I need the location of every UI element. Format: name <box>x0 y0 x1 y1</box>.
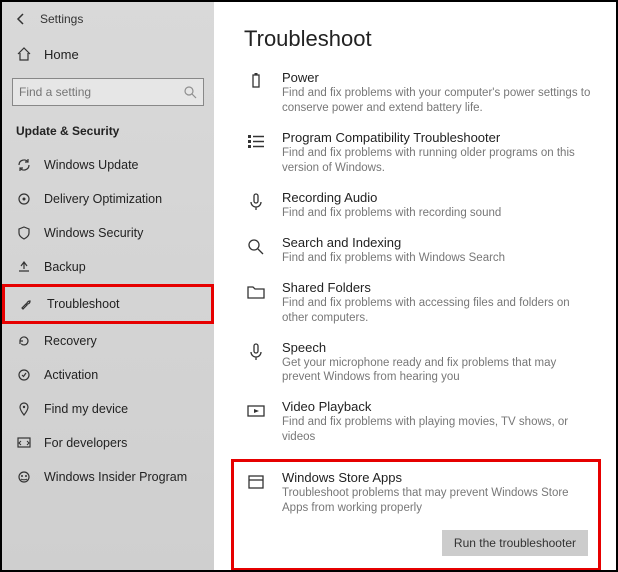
ts-desc: Find and fix problems with running older… <box>282 146 596 176</box>
nav-list: Windows Update Delivery Optimization Win… <box>2 148 214 494</box>
nav-label: For developers <box>44 436 127 450</box>
video-icon <box>244 401 268 425</box>
home-button[interactable]: Home <box>2 36 214 72</box>
ts-title: Power <box>282 70 596 85</box>
ts-item-power[interactable]: Power Find and fix problems with your co… <box>244 70 596 116</box>
section-header: Update & Security <box>2 118 214 148</box>
nav-label: Windows Update <box>44 158 139 172</box>
settings-app: Settings Home Update & Security Windows … <box>2 2 616 570</box>
nav-label: Recovery <box>44 334 97 348</box>
search-box[interactable] <box>12 78 204 106</box>
ts-title: Search and Indexing <box>282 235 596 250</box>
ts-desc: Find and fix problems with Windows Searc… <box>282 251 596 266</box>
ts-item-recording-audio[interactable]: Recording Audio Find and fix problems wi… <box>244 190 596 221</box>
nav-item-recovery[interactable]: Recovery <box>2 324 214 358</box>
microphone-icon <box>244 342 268 366</box>
ts-item-windows-store-apps[interactable]: Windows Store Apps Troubleshoot problems… <box>244 470 588 516</box>
ts-title: Speech <box>282 340 596 355</box>
search-icon <box>183 85 197 99</box>
search-large-icon <box>244 237 268 261</box>
run-button-row: Run the troubleshooter <box>244 530 588 556</box>
main-content: Troubleshoot Power Find and fix problems… <box>214 2 616 570</box>
ts-item-shared-folders[interactable]: Shared Folders Find and fix problems wit… <box>244 280 596 326</box>
home-label: Home <box>44 47 79 62</box>
recovery-icon <box>16 333 32 349</box>
ts-title: Shared Folders <box>282 280 596 295</box>
ts-item-video-playback[interactable]: Video Playback Find and fix problems wit… <box>244 399 596 445</box>
nav-label: Delivery Optimization <box>44 192 162 206</box>
ts-title: Video Playback <box>282 399 596 414</box>
folder-icon <box>244 282 268 306</box>
nav-item-windows-insider[interactable]: Windows Insider Program <box>2 460 214 494</box>
titlebar: Settings <box>2 2 214 36</box>
location-icon <box>16 401 32 417</box>
ts-item-compat[interactable]: Program Compatibility Troubleshooter Fin… <box>244 130 596 176</box>
window-title: Settings <box>40 12 83 26</box>
list-icon <box>244 132 268 156</box>
nav-item-delivery-optimization[interactable]: Delivery Optimization <box>2 182 214 216</box>
nav-item-for-developers[interactable]: For developers <box>2 426 214 460</box>
ts-desc: Find and fix problems with accessing fil… <box>282 296 596 326</box>
nav-item-troubleshoot[interactable]: Troubleshoot <box>2 284 214 324</box>
nav-item-activation[interactable]: Activation <box>2 358 214 392</box>
nav-item-find-my-device[interactable]: Find my device <box>2 392 214 426</box>
sync-icon <box>16 157 32 173</box>
wrench-icon <box>19 296 35 312</box>
nav-label: Troubleshoot <box>47 297 120 311</box>
shield-icon <box>16 225 32 241</box>
run-troubleshooter-button[interactable]: Run the troubleshooter <box>442 530 588 556</box>
ts-item-search-indexing[interactable]: Search and Indexing Find and fix problem… <box>244 235 596 266</box>
nav-item-windows-security[interactable]: Windows Security <box>2 216 214 250</box>
ts-title: Windows Store Apps <box>282 470 588 485</box>
back-button[interactable] <box>12 10 30 28</box>
delivery-icon <box>16 191 32 207</box>
backup-icon <box>16 259 32 275</box>
ts-desc: Find and fix problems with your computer… <box>282 86 596 116</box>
ts-item-windows-store-apps-selected: Windows Store Apps Troubleshoot problems… <box>231 459 601 570</box>
search-input[interactable] <box>19 85 183 99</box>
developer-icon <box>16 435 32 451</box>
ts-desc: Find and fix problems with recording sou… <box>282 206 596 221</box>
ts-desc: Get your microphone ready and fix proble… <box>282 356 596 386</box>
nav-item-backup[interactable]: Backup <box>2 250 214 284</box>
nav-label: Windows Security <box>44 226 143 240</box>
troubleshoot-list: Power Find and fix problems with your co… <box>244 70 596 570</box>
nav-label: Windows Insider Program <box>44 470 187 484</box>
page-title: Troubleshoot <box>244 26 596 52</box>
insider-icon <box>16 469 32 485</box>
nav-item-windows-update[interactable]: Windows Update <box>2 148 214 182</box>
activation-icon <box>16 367 32 383</box>
microphone-icon <box>244 192 268 216</box>
ts-desc: Troubleshoot problems that may prevent W… <box>282 486 588 516</box>
ts-title: Program Compatibility Troubleshooter <box>282 130 596 145</box>
power-icon <box>244 72 268 96</box>
nav-label: Activation <box>44 368 98 382</box>
nav-label: Backup <box>44 260 86 274</box>
ts-title: Recording Audio <box>282 190 596 205</box>
home-icon <box>16 46 32 62</box>
ts-desc: Find and fix problems with playing movie… <box>282 415 596 445</box>
ts-item-speech[interactable]: Speech Get your microphone ready and fix… <box>244 340 596 386</box>
nav-label: Find my device <box>44 402 128 416</box>
sidebar: Settings Home Update & Security Windows … <box>2 2 214 570</box>
store-icon <box>244 472 268 496</box>
